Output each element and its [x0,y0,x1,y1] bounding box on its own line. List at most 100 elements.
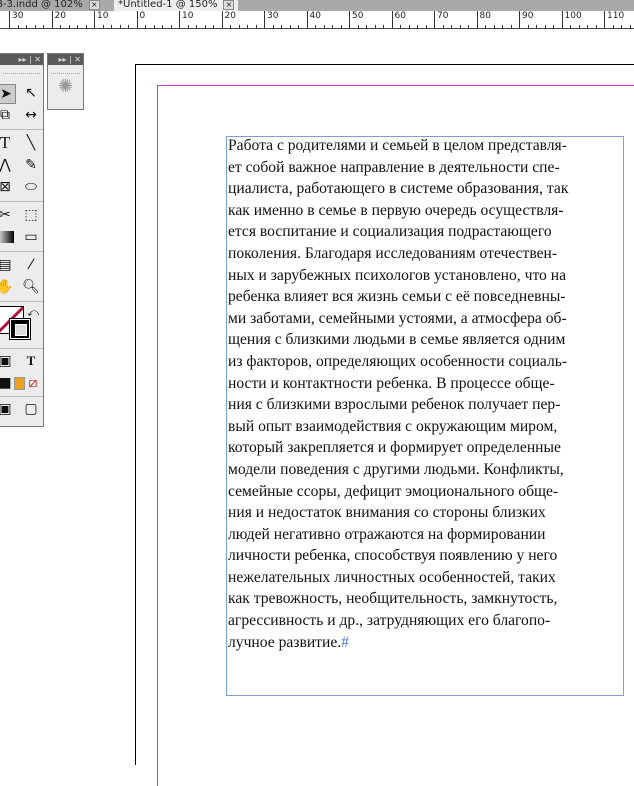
tab-label: B-3.indd @ 102% [0,0,83,10]
ruler-label: 60 [391,11,406,28]
ruler-tick [519,25,520,28]
ruler-tick [68,25,70,28]
ruler-tick [570,25,571,28]
page-tool-icon[interactable]: ⧉ [0,106,14,124]
horizontal-ruler[interactable]: 30 20 10 0 10 20 30 40 50 60 70 80 90 100 110 [0,11,634,29]
note-tool-icon[interactable]: ▤ [0,256,14,274]
ruler-tick [485,25,486,28]
tab-label: *Untitled-1 @ 150% [118,0,218,10]
text-line: нежелательных личностных особенностей, т… [228,568,556,586]
panel-grip[interactable] [3,67,40,74]
ruler-tick [17,25,19,28]
ruler-tick [612,25,614,28]
ruler-tick [85,25,87,28]
pencil-tool-icon[interactable]: ✎ [22,156,40,174]
tools-panel: ▸▸ | ✕ ➤ ↖ ⧉ ↔ T ╲ ⋀ ✎ ⊠ ⬭ ✂ ⬚ ▭ ▤ ⁄ ✋ 🔍… [0,53,44,427]
text-line: личности ребенка, способствуя появлению … [228,547,558,565]
text-line: из факторов, определяющих особенности со… [228,352,568,370]
apply-none-icon[interactable]: ⧄ [24,374,42,392]
direct-selection-tool-icon[interactable]: ↖ [22,84,40,102]
end-of-story-marker: # [341,633,349,651]
line-tool-icon[interactable]: ╲ [22,134,40,152]
ruler-tick [162,25,163,28]
ruler-label: 0 [136,11,145,28]
spinner-icon[interactable]: ✺ [48,76,83,98]
close-tab-icon[interactable]: × [88,0,100,10]
ruler-tick [442,25,444,28]
text-line: как именно в семье в первую очередь осущ… [228,201,564,219]
ruler-tick [51,25,53,28]
text-line: ности и контактности ребенка. В процессе… [228,374,555,392]
panel-grip[interactable] [51,67,80,74]
ellipse-tool-icon[interactable]: ⬭ [22,178,40,196]
text-line: ми заботами, семейными устоями, а атмосф… [228,309,567,327]
ruler-tick [553,25,554,28]
stroke-swatch[interactable] [9,318,31,340]
text-line: агрессивность и др., затрудняющих его бл… [228,612,551,630]
text-line: семейные ссоры, дефицит эмоционального о… [228,482,559,500]
ruler-label: 50 [349,11,363,28]
ruler-tick [179,25,180,28]
ruler-tick [476,25,478,28]
eyedropper-tool-icon[interactable]: ⁄ [22,256,40,274]
ruler-tick [43,25,44,28]
scissors-tool-icon[interactable]: ✂ [0,206,14,224]
apply-color-icon[interactable]: ■ [0,374,14,392]
ruler-label: 20 [221,11,236,28]
ruler-tick [604,25,605,28]
ruler-tick [272,25,274,28]
text-line: людей негативно отражаются на формирован… [228,525,546,543]
ruler-tick [306,25,308,28]
ruler-tick [255,25,257,28]
type-tool-icon[interactable]: T [0,134,14,152]
ruler-tick [561,25,563,28]
rectangle-frame-tool-icon[interactable]: ⊠ [0,178,14,196]
text-line: вый опыт взаимодействия с окружающим мир… [228,417,558,435]
ruler-tick [315,25,316,28]
ruler-tick [170,25,172,28]
document-tab-bar: B-3.indd @ 102% × *Untitled-1 @ 150% × [0,0,634,11]
gradient-feather-tool-icon[interactable]: ▭ [22,228,40,246]
ruler-label: 40 [306,11,321,28]
ruler-tick [111,25,112,28]
ruler-tick [408,25,410,28]
ruler-tick [374,25,376,28]
ruler-tick [578,25,580,28]
ruler-tick [60,25,61,28]
text-line: лучное развитие.# [228,633,349,651]
tab-b3-indd[interactable]: B-3.indd @ 102% × [0,0,104,11]
text-line: циалиста, работающего в системе образова… [228,180,569,198]
ruler-tick [417,25,418,28]
story-text[interactable]: Работа с родителями и семьей в целом пре… [228,135,628,653]
gradient-swatch-tool-icon[interactable] [0,231,14,243]
close-tab-icon[interactable]: × [223,0,235,10]
text-line: ется воспитание и социализация подрастаю… [228,223,552,241]
swap-fill-stroke-icon[interactable]: ⤺ [24,304,42,322]
gap-tool-icon[interactable]: ↔ [22,106,40,124]
zoom-tool-icon[interactable]: 🔍︎ [22,278,40,296]
ruler-label: 10 [179,11,193,28]
ruler-tick [391,25,393,28]
selection-tool-icon[interactable]: ➤ [0,84,16,104]
ruler-label: 90 [519,11,533,28]
text-line: ния и недостаток внимания со стороны бли… [228,504,546,522]
formatting-container-icon[interactable]: ▣ [0,352,14,370]
panel-header[interactable]: ▸▸ | ✕ [48,54,83,65]
panel-header[interactable]: ▸▸ | ✕ [0,54,43,65]
ruler-tick [527,25,529,28]
formatting-text-icon[interactable]: T [22,352,40,370]
pen-tool-icon[interactable]: ⋀ [0,156,14,174]
normal-view-mode-icon[interactable]: ▣ [0,400,14,418]
ruler-tick [587,25,588,28]
ruler-tick [383,25,384,28]
preview-mode-icon[interactable]: ▢ [22,400,40,418]
hand-tool-icon[interactable]: ✋ [0,278,14,296]
text-line: модели поведения с другими людьми. Конфл… [228,460,564,478]
ruler-tick [221,25,223,28]
ruler-tick [204,25,206,28]
ruler-tick [77,25,78,28]
ruler-label: 20 [51,11,66,28]
tab-untitled-1[interactable]: *Untitled-1 @ 150% × [114,0,239,11]
free-transform-tool-icon[interactable]: ⬚ [22,206,40,224]
ruler-tick [510,25,512,28]
